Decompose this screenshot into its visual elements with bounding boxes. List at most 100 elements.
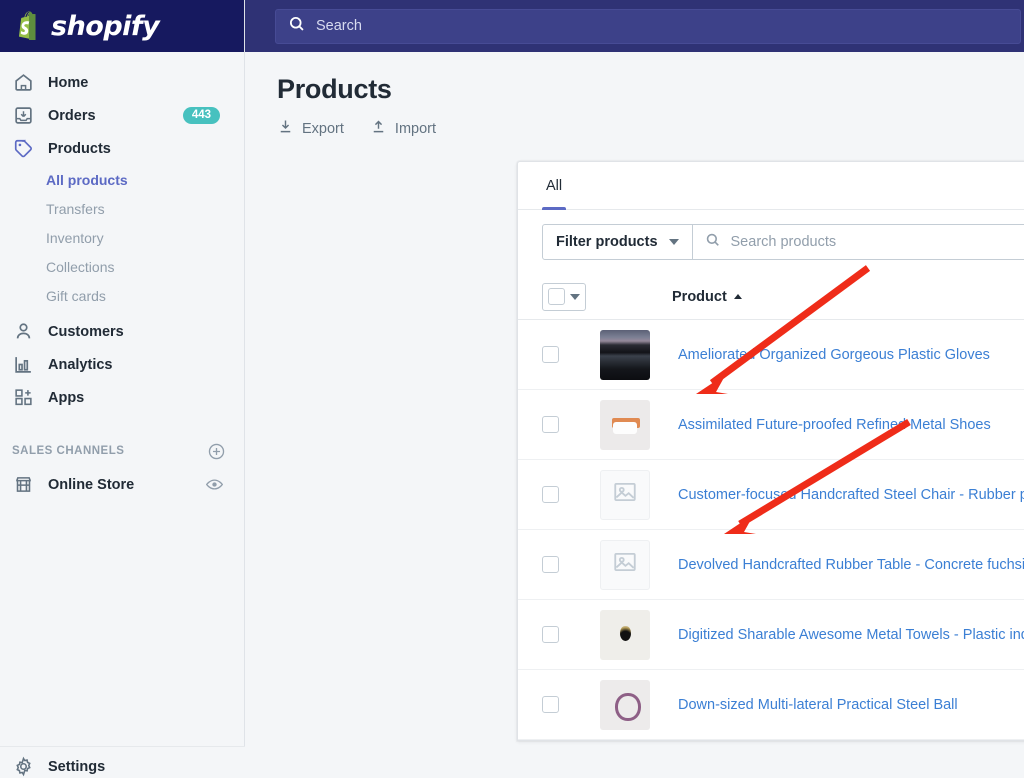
image-placeholder-icon xyxy=(612,479,638,510)
table-row[interactable]: Customer-focused Handcrafted Steel Chair… xyxy=(518,460,1024,530)
main-content: Search Products Export Import All Filter… xyxy=(245,0,1024,778)
sidebar-item-label: Apps xyxy=(48,389,85,406)
sidebar-channel-online-store[interactable]: Online Store xyxy=(0,468,244,501)
product-link[interactable]: Assimilated Future-proofed Refined Metal… xyxy=(678,417,991,433)
product-thumbnail xyxy=(600,609,650,660)
sidebar-item-products[interactable]: Products xyxy=(0,132,244,165)
tab-all[interactable]: All xyxy=(542,162,567,210)
sidebar-subitem-label: All products xyxy=(46,171,128,188)
row-checkbox[interactable] xyxy=(542,696,559,713)
sidebar-subitem-label: Collections xyxy=(46,258,115,275)
shopify-admin-window: shopify Home Orders 443 Products All pro… xyxy=(0,0,1024,778)
plus-circle-icon[interactable] xyxy=(207,442,226,461)
sidebar-item-label: Analytics xyxy=(48,356,113,373)
sidebar-item-label: Orders xyxy=(48,107,96,124)
sidebar-subitem-transfers[interactable]: Transfers xyxy=(0,194,244,223)
sidebar-subitem-label: Gift cards xyxy=(46,287,106,304)
top-bar: Search xyxy=(245,0,1024,52)
product-link[interactable]: Customer-focused Handcrafted Steel Chair… xyxy=(678,487,1024,503)
table-row[interactable]: Digitized Sharable Awesome Metal Towels … xyxy=(518,600,1024,670)
sidebar-item-home[interactable]: Home xyxy=(0,66,244,99)
sidebar-item-analytics[interactable]: Analytics xyxy=(0,348,244,381)
row-checkbox[interactable] xyxy=(542,626,559,643)
export-button[interactable]: Export xyxy=(277,118,344,139)
brand-bar: shopify xyxy=(0,0,244,52)
person-icon xyxy=(12,321,34,343)
table-row[interactable]: Ameliorated Organized Gorgeous Plastic G… xyxy=(518,320,1024,390)
product-thumbnail xyxy=(600,399,650,450)
sales-channels-header: SALES CHANNELS xyxy=(0,434,244,468)
sidebar-settings-label: Settings xyxy=(48,758,106,775)
apps-grid-plus-icon xyxy=(12,387,34,409)
table-header: Product Inventory xyxy=(518,274,1024,320)
row-checkbox[interactable] xyxy=(542,416,559,433)
row-checkbox[interactable] xyxy=(542,556,559,573)
download-arrow-icon xyxy=(277,118,294,139)
product-link[interactable]: Devolved Handcrafted Rubber Table - Conc… xyxy=(678,557,1024,573)
import-label: Import xyxy=(394,120,437,137)
sidebar-subitem-collections[interactable]: Collections xyxy=(0,252,244,281)
home-icon xyxy=(12,72,34,94)
page-header: Products Export Import xyxy=(245,52,1024,139)
row-checkbox[interactable] xyxy=(542,486,559,503)
select-all-control[interactable] xyxy=(542,282,586,311)
column-header-product[interactable]: Product xyxy=(672,289,742,305)
tab-bar: All xyxy=(518,162,1024,210)
chevron-down-icon xyxy=(668,239,679,245)
sidebar-item-settings[interactable]: Settings xyxy=(0,746,245,778)
product-thumbnail-placeholder xyxy=(600,539,650,590)
sort-ascending-icon xyxy=(733,294,742,299)
tag-icon xyxy=(12,138,34,160)
brand-name: shopify xyxy=(51,10,160,42)
page-title: Products xyxy=(277,74,392,104)
bar-chart-icon xyxy=(12,354,34,376)
column-header-product-label: Product xyxy=(672,288,727,305)
sidebar-nav: Home Orders 443 Products All products Tr… xyxy=(0,52,244,501)
table-row[interactable]: Down-sized Multi-lateral Practical Steel… xyxy=(518,670,1024,740)
table-row[interactable]: Assimilated Future-proofed Refined Metal… xyxy=(518,390,1024,460)
sidebar-subitem-all-products[interactable]: All products xyxy=(0,165,244,194)
filter-bar: Filter products Search products xyxy=(518,210,1024,274)
page-actions: Export Import xyxy=(277,118,1021,139)
sidebar-item-apps[interactable]: Apps xyxy=(0,381,244,414)
product-thumbnail xyxy=(600,329,650,380)
sidebar: shopify Home Orders 443 Products All pro… xyxy=(0,0,245,778)
storefront-icon xyxy=(12,474,34,496)
filter-products-button[interactable]: Filter products xyxy=(542,224,693,260)
global-search-placeholder: Search xyxy=(316,18,362,34)
product-link[interactable]: Digitized Sharable Awesome Metal Towels … xyxy=(678,627,1024,643)
product-link[interactable]: Down-sized Multi-lateral Practical Steel… xyxy=(678,697,958,713)
eye-icon[interactable] xyxy=(205,475,224,494)
image-placeholder-icon xyxy=(612,549,638,580)
row-checkbox[interactable] xyxy=(542,346,559,363)
import-button[interactable]: Import xyxy=(370,118,436,139)
sidebar-subitem-gift-cards[interactable]: Gift cards xyxy=(0,281,244,310)
chevron-down-icon[interactable] xyxy=(570,293,580,300)
search-icon xyxy=(705,232,721,253)
sidebar-channel-label: Online Store xyxy=(48,476,135,493)
global-search-input[interactable]: Search xyxy=(275,8,1022,44)
product-thumbnail-placeholder xyxy=(600,469,650,520)
filter-products-label: Filter products xyxy=(556,234,658,250)
sidebar-item-label: Products xyxy=(48,140,111,157)
search-products-input[interactable]: Search products xyxy=(692,224,1024,260)
sidebar-item-orders[interactable]: Orders 443 xyxy=(0,99,244,132)
export-label: Export xyxy=(302,120,344,137)
sidebar-item-label: Home xyxy=(48,74,89,91)
product-link[interactable]: Ameliorated Organized Gorgeous Plastic G… xyxy=(678,347,990,363)
sidebar-item-customers[interactable]: Customers xyxy=(0,315,244,348)
sidebar-subitem-inventory[interactable]: Inventory xyxy=(0,223,244,252)
tab-label: All xyxy=(546,177,563,194)
sales-channels-title: SALES CHANNELS xyxy=(12,445,125,457)
table-row[interactable]: Devolved Handcrafted Rubber Table - Conc… xyxy=(518,530,1024,600)
upload-arrow-icon xyxy=(370,118,387,139)
gear-icon xyxy=(12,756,34,778)
orders-inbox-icon xyxy=(12,105,34,127)
search-products-placeholder: Search products xyxy=(730,234,837,250)
checkbox-icon[interactable] xyxy=(548,288,565,305)
shopify-bag-icon xyxy=(14,10,44,42)
products-card: All Filter products Search products Prod… xyxy=(517,161,1024,741)
product-thumbnail xyxy=(600,679,650,730)
sidebar-item-label: Customers xyxy=(48,323,124,340)
sidebar-subitem-label: Inventory xyxy=(46,229,104,246)
